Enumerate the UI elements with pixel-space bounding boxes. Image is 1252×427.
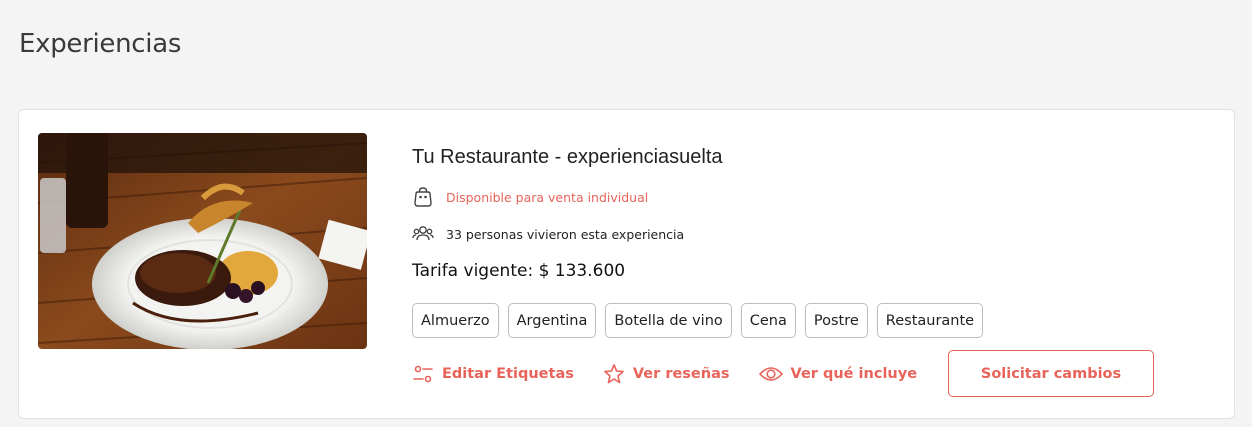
tag-chip[interactable]: Almuerzo xyxy=(412,303,499,338)
sliders-icon xyxy=(412,363,434,385)
tag-list: Almuerzo Argentina Botella de vino Cena … xyxy=(412,303,992,338)
tag-chip[interactable]: Argentina xyxy=(507,303,597,338)
action-bar: Editar Etiquetas Ver reseñas Ver qué inc… xyxy=(412,350,1155,397)
includes-button[interactable]: Ver qué incluye xyxy=(758,363,918,385)
people-row: 33 personas vivieron esta experiencia xyxy=(412,223,684,245)
tag-chip[interactable]: Cena xyxy=(740,303,796,338)
experience-card: Tu Restaurante - experienciasuelta Dispo… xyxy=(18,109,1235,419)
price-label: Tarifa vigente: $ 133.600 xyxy=(412,261,626,281)
tag-chip[interactable]: Postre xyxy=(804,303,868,338)
experience-info: Tu Restaurante - experienciasuelta Dispo… xyxy=(412,110,1234,418)
includes-label: Ver qué incluye xyxy=(790,365,918,382)
availability-label: Disponible para venta individual xyxy=(446,189,649,205)
reviews-label: Ver reseñas xyxy=(632,365,730,382)
shopping-bag-icon xyxy=(412,186,434,208)
request-changes-button[interactable]: Solicitar cambios xyxy=(948,350,1155,397)
tag-chip[interactable]: Botella de vino xyxy=(605,303,732,338)
edit-tags-button[interactable]: Editar Etiquetas xyxy=(412,363,574,385)
edit-tags-label: Editar Etiquetas xyxy=(442,365,574,382)
people-count-label: 33 personas vivieron esta experiencia xyxy=(446,226,685,242)
eye-icon xyxy=(758,363,783,385)
star-icon xyxy=(603,363,625,385)
tag-chip[interactable]: Restaurante xyxy=(876,303,984,338)
users-icon xyxy=(412,223,434,245)
reviews-button[interactable]: Ver reseñas xyxy=(603,363,730,385)
page-title: Experiencias xyxy=(19,29,182,59)
availability-row: Disponible para venta individual xyxy=(412,186,648,208)
experience-photo xyxy=(38,133,367,349)
experience-title: Tu Restaurante - experienciasuelta xyxy=(412,146,723,168)
